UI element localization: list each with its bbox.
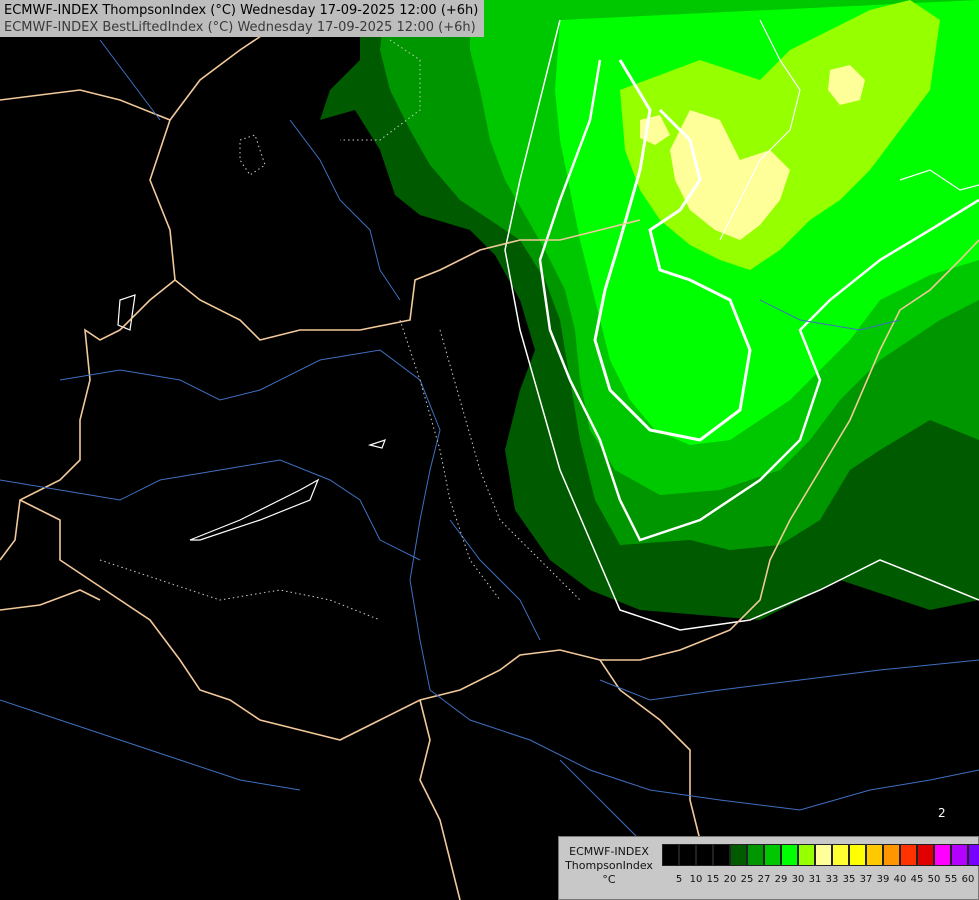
title-line-thompson: ECMWF-INDEX ThompsonIndex (°C) Wednesday… xyxy=(4,3,479,18)
legend-label: ECMWF-INDEX ThompsonIndex °C xyxy=(561,845,657,887)
legend-swatch xyxy=(713,844,730,866)
legend-swatch xyxy=(951,844,968,866)
legend-tick-label: 40 xyxy=(893,874,907,885)
legend-tick-label: 20 xyxy=(723,874,737,885)
title-line-lifted: ECMWF-INDEX BestLiftedIndex (°C) Wednesd… xyxy=(4,20,476,35)
legend-swatch xyxy=(866,844,883,866)
legend-tick-label: 39 xyxy=(876,874,890,885)
legend-swatches xyxy=(662,844,979,866)
legend-unit: °C xyxy=(602,873,616,886)
legend-tick-label: 5 xyxy=(675,874,683,885)
legend-tick-label: 31 xyxy=(808,874,822,885)
legend-swatch xyxy=(917,844,934,866)
legend-tick-label: 37 xyxy=(859,874,873,885)
legend-swatch xyxy=(764,844,781,866)
legend-tick-label: 35 xyxy=(842,874,856,885)
legend-tick-label: 33 xyxy=(825,874,839,885)
legend-swatch xyxy=(934,844,951,866)
legend-tick-label: 10 xyxy=(689,874,703,885)
legend-swatch xyxy=(900,844,917,866)
legend-swatch xyxy=(968,844,979,866)
legend-swatch xyxy=(883,844,900,866)
legend-tick-label: 29 xyxy=(774,874,788,885)
weather-map xyxy=(0,0,979,900)
legend-tick-label: 50 xyxy=(927,874,941,885)
legend-swatch xyxy=(832,844,849,866)
map-title: ECMWF-INDEX ThompsonIndex (°C) Wednesday… xyxy=(0,0,485,37)
legend-tick-label: 25 xyxy=(740,874,754,885)
color-legend: ECMWF-INDEX ThompsonIndex °C 5 10 15 20 25 27… xyxy=(558,836,979,900)
contour-label: 2 xyxy=(938,806,946,820)
legend-tick-label: 55 xyxy=(944,874,958,885)
legend-swatch xyxy=(747,844,764,866)
legend-tick-label: 60 xyxy=(961,874,975,885)
legend-swatch xyxy=(696,844,713,866)
legend-swatch xyxy=(730,844,747,866)
legend-swatch xyxy=(815,844,832,866)
legend-parameter: ThompsonIndex xyxy=(565,859,653,872)
legend-swatch xyxy=(662,844,679,866)
legend-swatch xyxy=(679,844,696,866)
legend-tick-label: 15 xyxy=(706,874,720,885)
legend-swatch xyxy=(849,844,866,866)
legend-model: ECMWF-INDEX xyxy=(569,845,649,858)
legend-swatch xyxy=(781,844,798,866)
legend-tick-label: 30 xyxy=(791,874,805,885)
legend-tick-label: 45 xyxy=(910,874,924,885)
legend-swatch xyxy=(798,844,815,866)
legend-tick-label: 27 xyxy=(757,874,771,885)
